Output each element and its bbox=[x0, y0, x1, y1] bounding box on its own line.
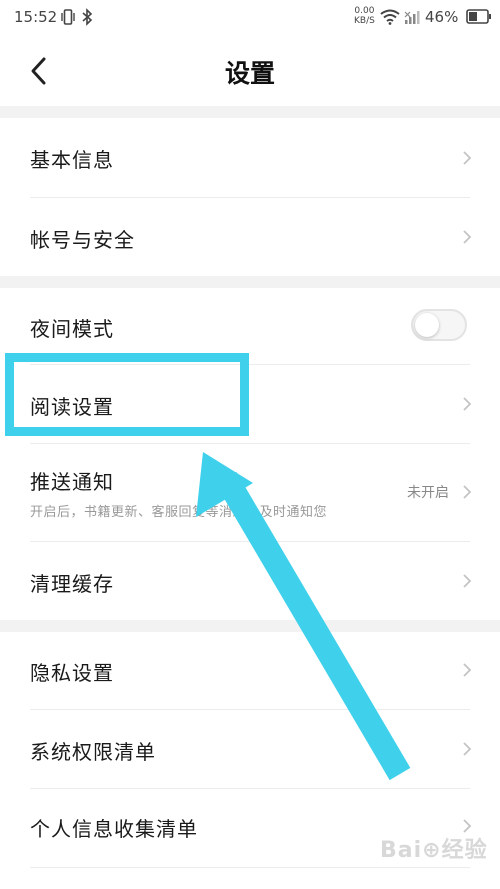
settings-item-clear-cache[interactable]: 清理缓存 bbox=[0, 542, 500, 620]
status-bar: 15:52 0.00 KB/S 46% bbox=[0, 0, 500, 36]
chevron-right-icon bbox=[463, 485, 472, 499]
settings-item-reading-settings[interactable]: 阅读设置 bbox=[0, 365, 500, 443]
chevron-right-icon bbox=[463, 574, 472, 588]
status-time: 15:52 bbox=[14, 8, 58, 26]
chevron-right-icon bbox=[463, 742, 472, 756]
settings-item-account-security[interactable]: 帐号与安全 bbox=[0, 198, 500, 276]
chevron-right-icon bbox=[463, 230, 472, 244]
settings-item-label: 清理缓存 bbox=[30, 572, 114, 596]
header: 设置 bbox=[0, 36, 500, 106]
network-speed: 0.00 KB/S bbox=[354, 6, 375, 26]
settings-item-label: 夜间模式 bbox=[30, 317, 114, 341]
settings-item-description: 开启后，书籍更新、客服回复等消息会及时通知您 bbox=[30, 505, 328, 520]
push-status: 未开启 bbox=[407, 485, 449, 501]
settings-item-permissions[interactable]: 系统权限清单 bbox=[0, 710, 500, 788]
settings-item-night-mode: 夜间模式 bbox=[0, 288, 500, 364]
watermark: Bai⊕经验 bbox=[380, 838, 488, 863]
settings-item-label: 推送通知 bbox=[30, 470, 114, 494]
divider bbox=[30, 867, 470, 868]
settings-item-label: 帐号与安全 bbox=[30, 228, 135, 252]
net-speed-unit: KB/S bbox=[354, 16, 375, 26]
settings-item-privacy[interactable]: 隐私设置 bbox=[0, 632, 500, 709]
signal-icon bbox=[404, 11, 420, 24]
settings-item-label: 阅读设置 bbox=[30, 395, 114, 419]
battery-percent: 46% bbox=[425, 8, 459, 26]
settings-item-push-notify[interactable]: 推送通知 开启后，书籍更新、客服回复等消息会及时通知您 未开启 bbox=[0, 444, 500, 541]
page-title: 设置 bbox=[224, 59, 275, 88]
net-speed-value: 0.00 bbox=[354, 6, 375, 16]
settings-item-label: 基本信息 bbox=[30, 148, 114, 172]
chevron-right-icon bbox=[463, 397, 472, 411]
settings-item-label: 系统权限清单 bbox=[30, 740, 156, 764]
settings-item-label: 隐私设置 bbox=[30, 661, 114, 685]
toggle-knob bbox=[415, 313, 439, 337]
battery-icon bbox=[466, 9, 491, 24]
night-mode-toggle[interactable] bbox=[411, 309, 467, 341]
wifi-icon bbox=[380, 9, 400, 25]
section-gap bbox=[0, 276, 500, 288]
chevron-right-icon bbox=[463, 663, 472, 677]
chevron-right-icon bbox=[463, 151, 472, 165]
settings-item-label: 个人信息收集清单 bbox=[30, 817, 198, 841]
vibrate-icon bbox=[61, 9, 75, 25]
section-gap bbox=[0, 620, 500, 632]
settings-item-basic-info[interactable]: 基本信息 bbox=[0, 118, 500, 197]
bluetooth-icon bbox=[82, 8, 93, 26]
section-gap bbox=[0, 106, 500, 118]
